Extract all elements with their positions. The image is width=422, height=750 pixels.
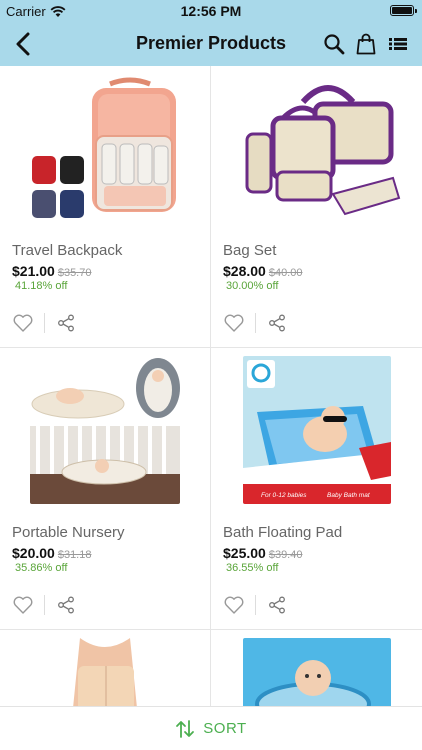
share-button[interactable] (266, 312, 288, 334)
battery-icon (390, 5, 417, 16)
product-image (30, 74, 180, 222)
cart-button[interactable] (354, 30, 378, 58)
heart-icon (224, 596, 244, 614)
original-price: $40.00 (268, 267, 303, 279)
share-icon (58, 314, 74, 332)
product-card[interactable] (0, 630, 211, 718)
product-card[interactable]: For 0-12 babies Baby Bath mat Bath Float… (211, 348, 422, 630)
search-button[interactable] (322, 30, 346, 58)
current-price: $21.00 (12, 263, 55, 279)
action-divider (255, 313, 256, 333)
heart-icon (13, 596, 33, 614)
product-price: $25.00 $39.40 (223, 545, 302, 561)
action-divider (44, 313, 45, 333)
list-menu-icon (389, 38, 407, 50)
original-price: $39.40 (268, 549, 303, 561)
product-price: $21.00 $35.70 (12, 263, 91, 279)
product-name: Travel Backpack (12, 242, 123, 259)
top-header: Carrier 12:56 PM Premier Products (0, 0, 422, 66)
product-name: Portable Nursery (12, 524, 125, 541)
card-actions (223, 311, 288, 335)
bath-pad-caption-left: For 0-12 babies (261, 492, 307, 499)
menu-button[interactable] (386, 30, 410, 58)
favorite-button[interactable] (12, 594, 34, 616)
product-card[interactable]: Portable Nursery $20.00 $31.18 35.86% off (0, 348, 211, 630)
discount-label: 30.00% off (226, 280, 279, 292)
original-price: $35.70 (57, 267, 92, 279)
header-actions (322, 30, 410, 58)
card-actions (12, 593, 77, 617)
heart-icon (224, 314, 244, 332)
product-card[interactable]: Bag Set $28.00 $40.00 30.00% off (211, 66, 422, 348)
product-image (233, 74, 401, 222)
current-price: $25.00 (223, 545, 266, 561)
share-button[interactable] (55, 312, 77, 334)
product-price: $20.00 $31.18 (12, 545, 91, 561)
search-icon (324, 34, 345, 55)
action-divider (255, 595, 256, 615)
status-time: 12:56 PM (180, 3, 242, 19)
card-actions (223, 593, 288, 617)
product-card[interactable]: Travel Backpack $21.00 $35.70 41.18% off (0, 66, 211, 348)
product-image (30, 356, 180, 504)
nav-bar: Premier Products (0, 22, 422, 66)
share-icon (269, 314, 285, 332)
bath-pad-caption-right: Baby Bath mat (327, 492, 371, 499)
discount-label: 35.86% off (15, 562, 68, 574)
product-name: Bag Set (223, 242, 277, 259)
action-divider (44, 595, 45, 615)
sort-arrows-icon (176, 719, 195, 738)
share-button[interactable] (266, 594, 288, 616)
current-price: $20.00 (12, 545, 55, 561)
share-icon (269, 596, 285, 614)
share-icon (58, 596, 74, 614)
product-price: $28.00 $40.00 (223, 263, 302, 279)
product-card[interactable] (211, 630, 422, 718)
product-image: For 0-12 babies Baby Bath mat (243, 356, 391, 504)
sort-button[interactable]: SORT (0, 706, 422, 750)
product-name: Bath Floating Pad (223, 524, 343, 541)
discount-label: 36.55% off (226, 562, 279, 574)
heart-icon (13, 314, 33, 332)
sort-label: SORT (203, 720, 247, 737)
favorite-button[interactable] (223, 594, 245, 616)
favorite-button[interactable] (223, 312, 245, 334)
favorite-button[interactable] (12, 312, 34, 334)
current-price: $28.00 (223, 263, 266, 279)
shopping-bag-icon (356, 33, 376, 55)
status-bar: Carrier 12:56 PM (0, 0, 422, 22)
card-actions (12, 311, 77, 335)
discount-label: 41.18% off (15, 280, 68, 292)
share-button[interactable] (55, 594, 77, 616)
original-price: $31.18 (57, 549, 92, 561)
